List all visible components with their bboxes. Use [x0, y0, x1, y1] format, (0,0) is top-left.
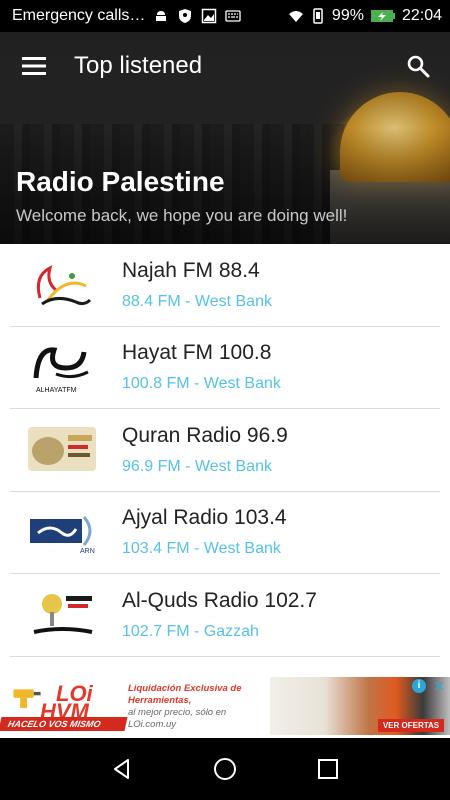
ajyal-radio-logo: ARN — [24, 501, 100, 563]
search-button[interactable] — [402, 50, 434, 82]
hayat-fm-logo: ALHAYATFM — [24, 336, 100, 398]
station-name: Ajyal Radio 103.4 — [122, 506, 287, 530]
station-item-ajyal-radio[interactable]: ARN Ajyal Radio 103.4 103.4 FM - West Ba… — [10, 492, 440, 574]
najah-fm-logo — [24, 254, 100, 316]
ad-cta-button[interactable]: VER OFERTAS — [378, 719, 444, 732]
back-icon — [113, 759, 129, 779]
drill-icon — [13, 689, 41, 709]
station-item-quran-radio[interactable]: Quran Radio 96.9 96.9 FM - West Bank — [10, 409, 440, 492]
search-icon — [407, 55, 430, 78]
menu-button[interactable] — [20, 51, 50, 81]
keyboard-icon — [225, 8, 242, 24]
hayat-caption: ALHAYATFM — [36, 387, 77, 394]
recents-icon — [318, 759, 339, 779]
ad-copy: Liquidación Exclusiva de Herramientas, a… — [128, 683, 268, 731]
ajyal-caption: ARN — [80, 548, 95, 555]
station-frequency: 100.8 FM - West Bank — [122, 375, 281, 393]
battery-text: 99% — [331, 7, 364, 24]
android-debug-icon — [153, 8, 169, 24]
home-button[interactable] — [205, 749, 245, 789]
wifi-icon — [288, 8, 304, 24]
station-name: Quran Radio 96.9 — [122, 423, 288, 447]
station-name: Hayat FM 100.8 — [122, 341, 272, 365]
station-name: Al-Quds Radio 102.7 — [122, 588, 317, 612]
back-button[interactable] — [102, 749, 142, 789]
station-item-al-quds-radio[interactable]: Al-Quds Radio 102.7 102.7 FM - Gazzah — [10, 574, 440, 657]
station-name: Najah FM 88.4 — [122, 258, 260, 282]
ad-banner[interactable]: LOi HVM HACELO VOS MISMO Liquidación Exc… — [0, 677, 450, 735]
menu-icon — [22, 57, 46, 75]
clock-text: 22:04 — [401, 7, 442, 24]
status-bar: Emergency calls… 99% 22:04 — [0, 0, 450, 32]
home-icon — [213, 758, 236, 780]
station-frequency: 103.4 FM - West Bank — [122, 540, 281, 558]
shield-icon — [177, 8, 193, 24]
station-item-hayat-fm[interactable]: ALHAYATFM Hayat FM 100.8 100.8 FM - West… — [10, 327, 440, 409]
toolbar: Top listened — [0, 32, 450, 100]
app-title: Radio Palestine — [16, 166, 225, 197]
ad-body: al mejor precio, sólo en LOi.com.uy — [128, 707, 227, 730]
image-icon — [201, 8, 217, 24]
ad-headline: Liquidación Exclusiva de Herramientas, — [128, 683, 242, 706]
ad-close-icon[interactable]: ✕ — [432, 679, 446, 693]
station-frequency: 88.4 FM - West Bank — [122, 292, 272, 310]
vibrate-icon — [310, 8, 326, 24]
station-item-najah-fm[interactable]: Najah FM 88.4 88.4 FM - West Bank — [10, 244, 440, 327]
ad-tagline: HACELO VOS MISMO — [0, 717, 128, 731]
ad-info-icon[interactable]: i — [412, 679, 426, 693]
battery-charging-icon — [370, 8, 396, 24]
welcome-subtitle: Welcome back, we hope you are doing well… — [16, 206, 348, 225]
toolbar-title: Top listened — [74, 52, 203, 79]
system-nav-bar — [0, 738, 450, 800]
al-quds-radio-logo — [24, 584, 100, 646]
header-banner: Top listened Radio Palestine Welcome bac… — [0, 32, 450, 244]
recents-button[interactable] — [308, 749, 348, 789]
station-frequency: 102.7 FM - Gazzah — [122, 622, 259, 640]
quran-radio-logo — [24, 419, 100, 481]
carrier-text: Emergency calls… — [12, 7, 146, 24]
station-list: Najah FM 88.4 88.4 FM - West Bank ALHAYA… — [0, 244, 450, 657]
station-frequency: 96.9 FM - West Bank — [122, 457, 272, 475]
